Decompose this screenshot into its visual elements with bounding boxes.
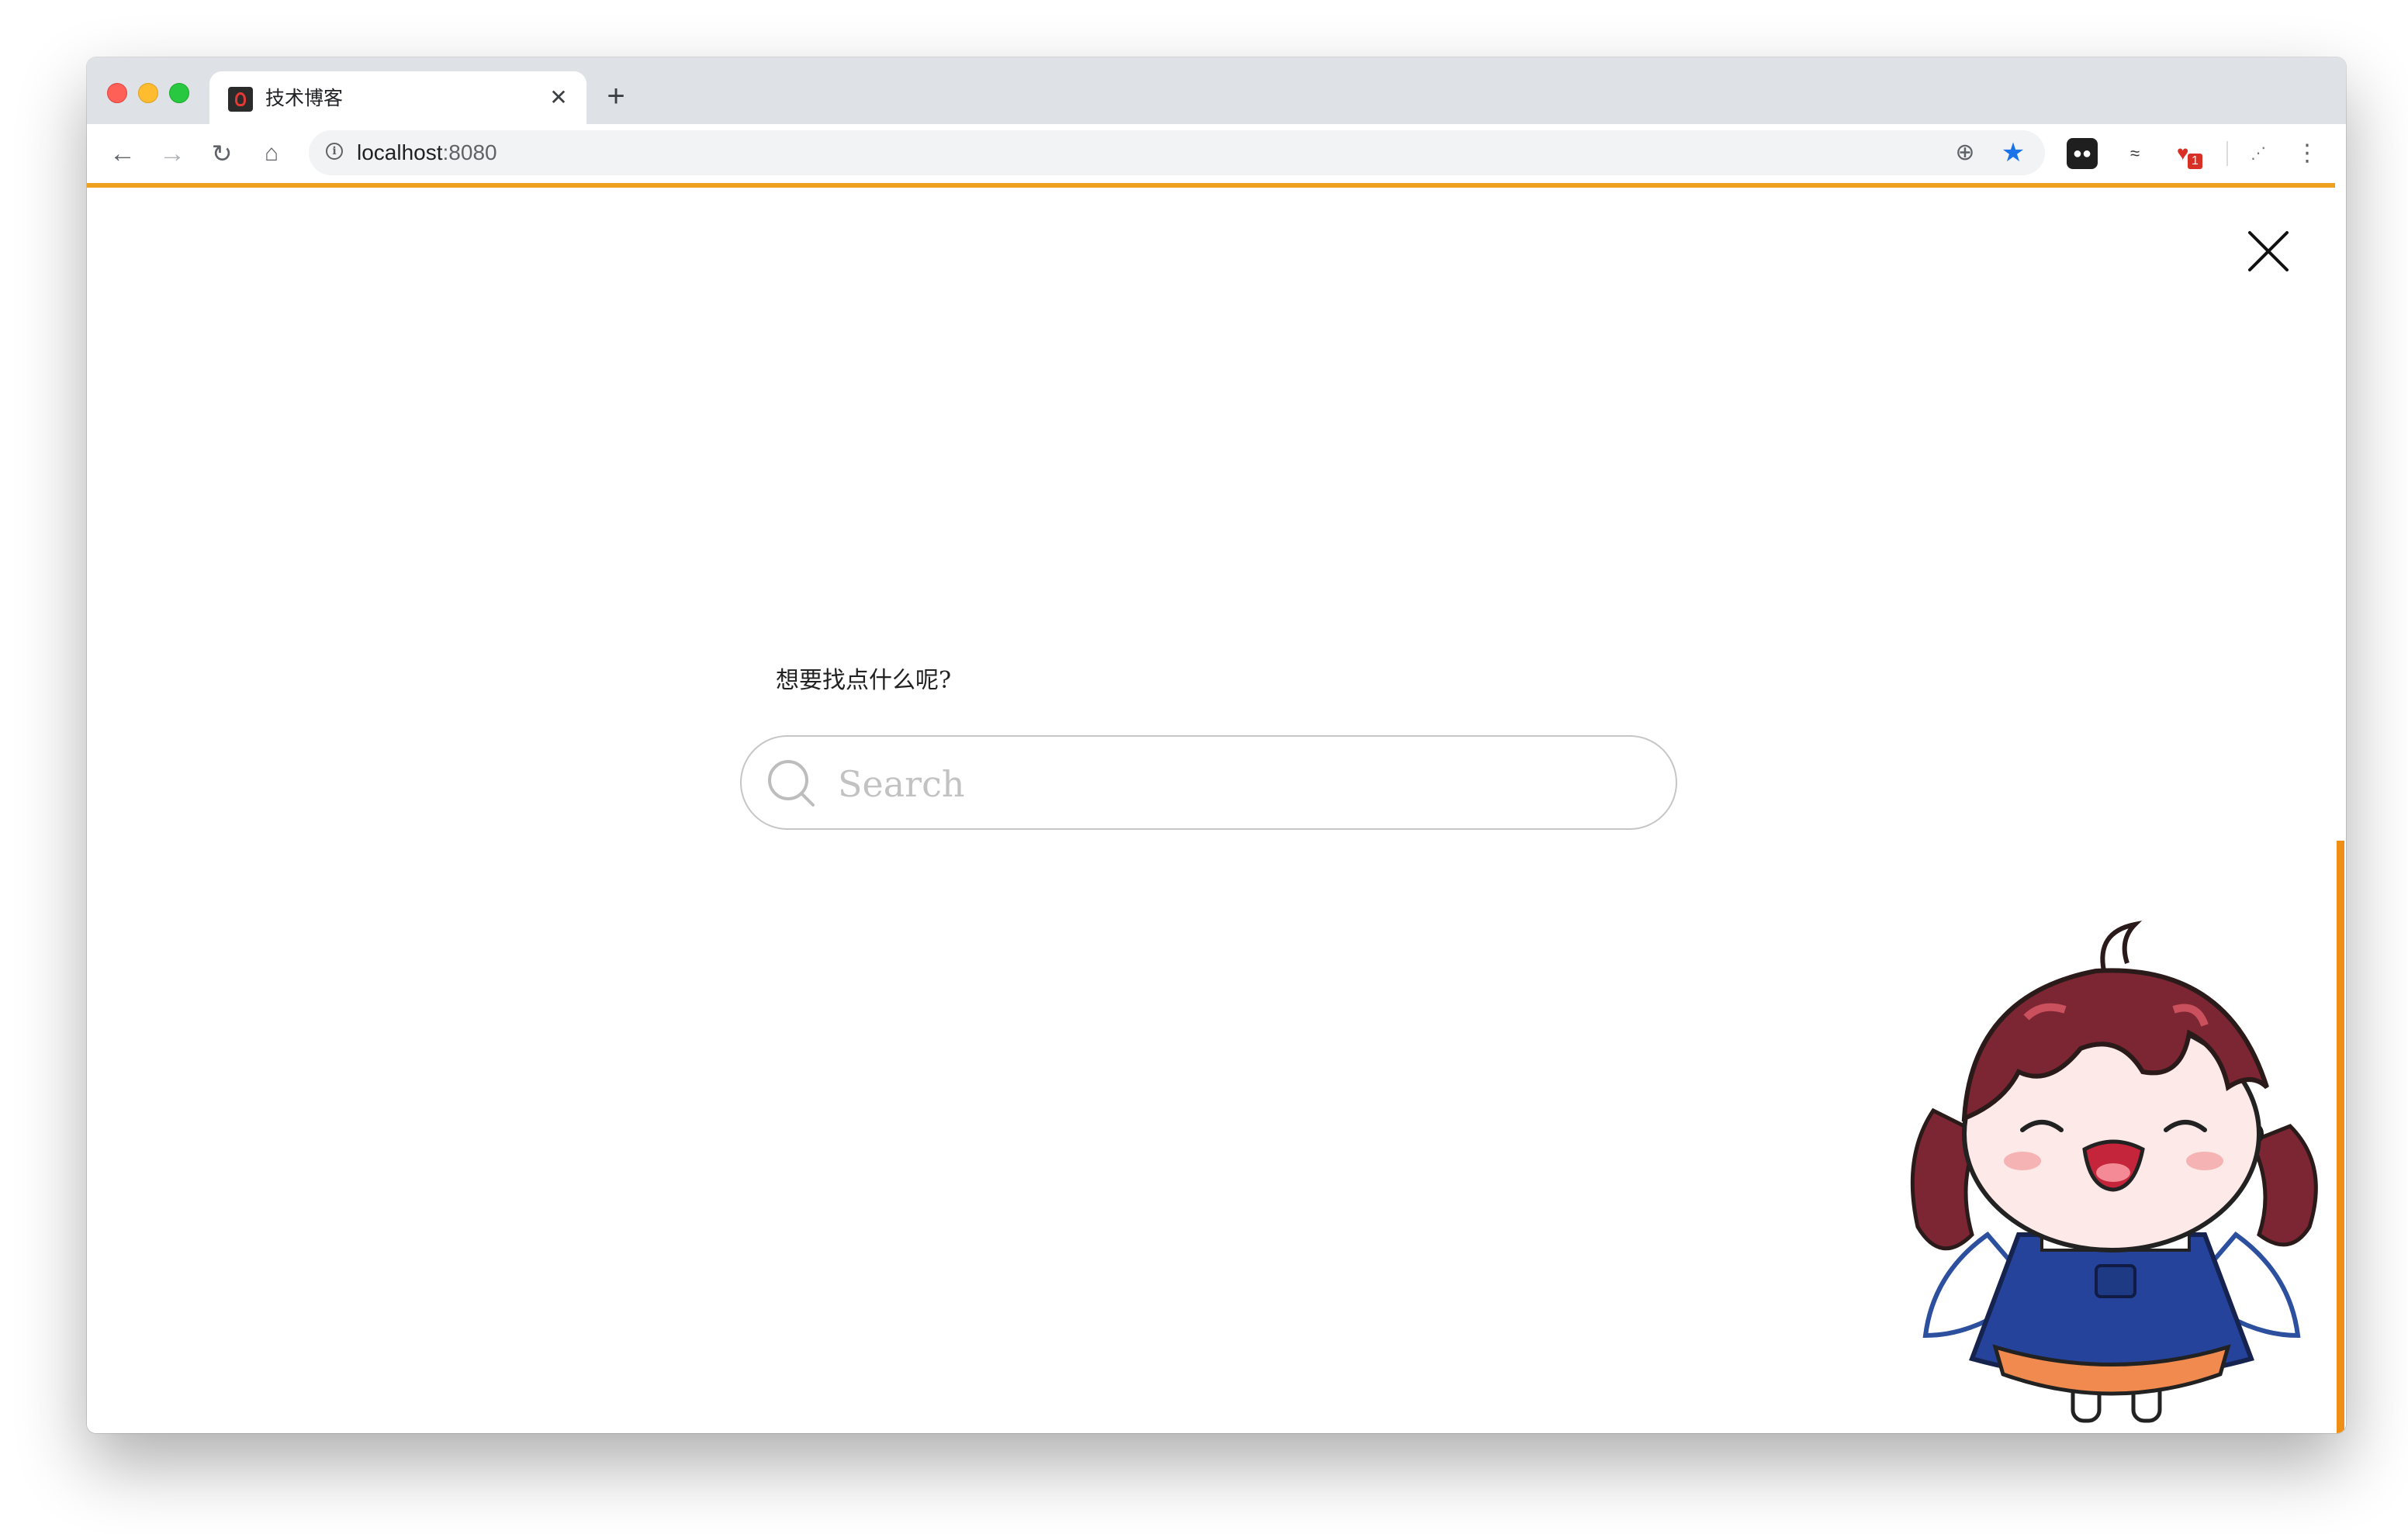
window-maximize-button[interactable] [169, 83, 189, 103]
scrollbar-thumb[interactable] [2337, 841, 2344, 1433]
address-bar[interactable]: i localhost:8080 ⊕ ★ [309, 130, 2045, 175]
extension-2-icon[interactable]: ≈ [2118, 138, 2152, 169]
back-button[interactable]: ← [106, 136, 140, 171]
extension-3-icon[interactable]: ♥ 1 [2174, 138, 2209, 169]
search-box[interactable] [740, 735, 1677, 830]
extension-4-icon[interactable]: ⋰ [2240, 138, 2276, 169]
info-icon[interactable]: i [326, 143, 343, 160]
forward-button[interactable]: → [155, 136, 189, 171]
close-search-button[interactable] [2239, 222, 2298, 281]
browser-toolbar: ← → ↻ ⌂ i localhost:8080 ⊕ ★ ●● ≈ ♥ 1 ⋰ … [87, 124, 2346, 183]
reload-button[interactable]: ↻ [205, 136, 239, 171]
page-content: 想要找点什么呢? [87, 188, 2346, 1433]
browser-window: 技术博客 ✕ + ← → ↻ ⌂ i localhost:8080 ⊕ ★ ●●… [87, 57, 2346, 1433]
url-host: localhost [357, 140, 443, 164]
new-tab-button[interactable]: + [600, 81, 631, 112]
browser-menu-button[interactable]: ⋮ [2292, 138, 2323, 169]
search-input[interactable] [836, 752, 1646, 816]
url-port: :8080 [442, 140, 497, 164]
install-app-icon[interactable]: ⊕ [1950, 138, 1980, 168]
close-icon [2248, 231, 2289, 271]
window-minimize-button[interactable] [138, 83, 158, 103]
tab-strip: 技术博客 ✕ + [87, 57, 2346, 124]
extension-1-icon[interactable]: ●● [2067, 138, 2098, 169]
home-button[interactable]: ⌂ [254, 136, 289, 171]
url-text[interactable]: localhost:8080 [357, 141, 497, 164]
tab-close-icon[interactable]: ✕ [546, 85, 571, 110]
star-icon[interactable]: ★ [1998, 138, 2028, 168]
search-prompt: 想要找点什么呢? [776, 667, 952, 694]
favicon-icon [228, 87, 253, 112]
extension-badge: 1 [2188, 154, 2202, 169]
toolbar-divider [2226, 141, 2228, 166]
tab-title: 技术博客 [265, 88, 344, 109]
search-icon [768, 760, 815, 807]
window-close-button[interactable] [107, 83, 127, 103]
mascot-image[interactable] [1887, 901, 2337, 1433]
tab-active[interactable]: 技术博客 ✕ [209, 71, 586, 124]
